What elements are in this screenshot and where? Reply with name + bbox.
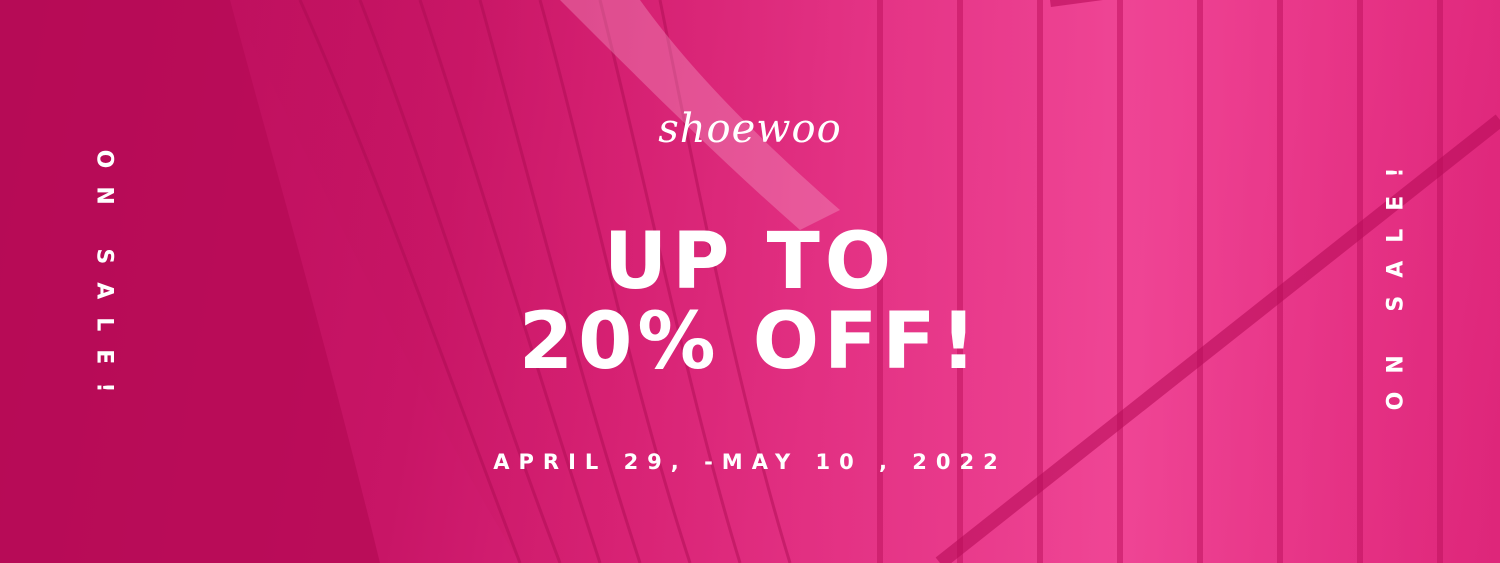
brand-logo: shoewoo [658,106,842,152]
headline: UP TO 20% OFF! [0,222,1500,382]
headline-line-1: UP TO [603,217,897,307]
sale-banner: ON SALE! ON SALE! shoewoo UP TO 20% OFF!… [0,0,1500,563]
headline-line-2: 20% OFF! [518,297,982,387]
sale-dates: APRIL 29, -MAY 10 , 2022 [493,450,1007,474]
